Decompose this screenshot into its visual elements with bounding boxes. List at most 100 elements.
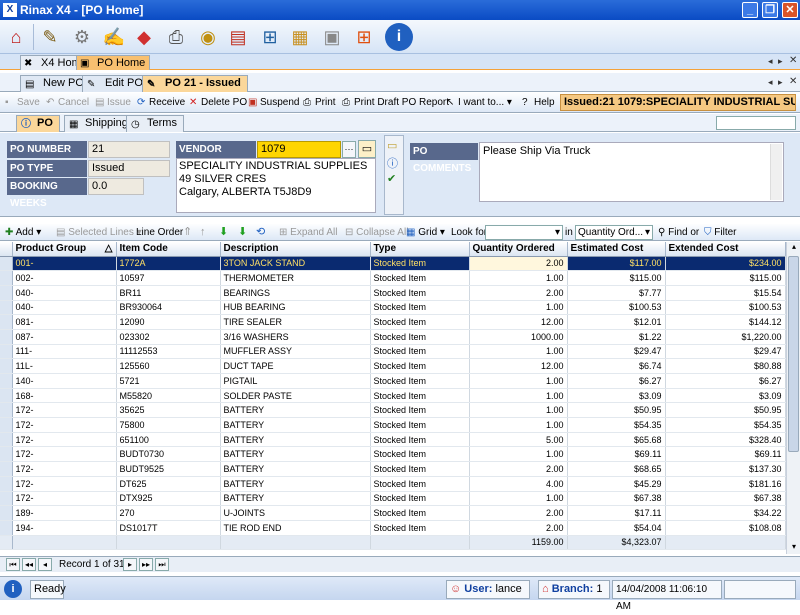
- quantity-cell[interactable]: 4.00: [469, 476, 568, 492]
- column-header[interactable]: Extended Cost: [665, 242, 786, 257]
- row-indicator[interactable]: [0, 300, 13, 316]
- table-row[interactable]: 172- BUDT0730 BATTERY Stocked Item 1.00 $69.1…: [0, 446, 786, 463]
- row-indicator[interactable]: [0, 256, 13, 272]
- tabs-right-arrow[interactable]: ▸: [778, 77, 783, 88]
- comments-scrollbar[interactable]: [770, 144, 782, 200]
- grid-vertical-scrollbar[interactable]: ▴ ▾: [786, 242, 800, 554]
- column-header[interactable]: Quantity Ordered: [469, 242, 568, 257]
- row-indicator[interactable]: [0, 270, 13, 286]
- row-indicator[interactable]: [0, 373, 13, 389]
- previous-record-button[interactable]: ◂: [38, 558, 52, 571]
- scroll-down-icon[interactable]: ▾: [788, 542, 800, 554]
- quantity-cell[interactable]: 1.00: [469, 417, 568, 433]
- coins-icon[interactable]: ◉: [194, 23, 222, 51]
- quantity-cell[interactable]: 1000.00: [469, 329, 568, 345]
- help-button[interactable]: ? Help: [522, 96, 555, 110]
- quantity-cell[interactable]: 12.00: [469, 358, 568, 374]
- scroll-thumb[interactable]: [788, 256, 799, 452]
- row-indicator[interactable]: [0, 520, 13, 536]
- row-indicator[interactable]: [0, 388, 13, 404]
- save-button[interactable]: ▪ Save: [5, 96, 40, 110]
- table-row[interactable]: 040- BR930064 HUB BEARING Stocked Item 1.00 $…: [0, 300, 786, 316]
- table-row[interactable]: 081- 12090 TIRE SEALER Stocked Item 12.00 $12…: [0, 314, 786, 330]
- quantity-cell[interactable]: 1.00: [469, 270, 568, 286]
- archive-icon[interactable]: ▣: [318, 23, 346, 51]
- quantity-cell[interactable]: 1.00: [469, 402, 568, 419]
- renumber-icon[interactable]: ⟲: [256, 226, 265, 239]
- expand-all-button[interactable]: ⊞ Expand All: [279, 226, 337, 239]
- tab-po[interactable]: ⓘ PO: [16, 115, 60, 132]
- delete-po-button[interactable]: ✕ Delete PO: [189, 96, 247, 110]
- tabs-close-icon[interactable]: ✕: [789, 55, 797, 66]
- tab-shipping[interactable]: ▦ Shipping: [64, 115, 135, 132]
- vendor-folder-icon[interactable]: ▭: [358, 140, 376, 158]
- move-down-icon[interactable]: ⬇: [219, 226, 228, 239]
- selected-lines-button[interactable]: ▤ Selected Lines ▾: [56, 226, 142, 239]
- quantity-cell[interactable]: 2.00: [469, 505, 568, 521]
- tabs-left-arrow[interactable]: ◂: [768, 77, 773, 88]
- quantity-cell[interactable]: 1.00: [469, 491, 568, 507]
- collapse-all-button[interactable]: ⊟ Collapse All: [345, 226, 408, 239]
- vendor-lookup-button[interactable]: ···: [342, 141, 356, 158]
- column-header[interactable]: Product Group △: [12, 242, 117, 257]
- cash-icon[interactable]: ▤: [224, 23, 252, 51]
- quantity-cell[interactable]: 2.00: [469, 520, 568, 536]
- move-bottom-icon[interactable]: ⬇: [238, 226, 247, 239]
- tabs-close-icon[interactable]: ✕: [789, 76, 797, 87]
- po-comments-field[interactable]: Please Ship Via Truck: [479, 142, 784, 202]
- table-row[interactable]: 087- 023302 3/16 WASHERS Stocked Item 1000.0…: [0, 329, 786, 345]
- quantity-cell[interactable]: 1.00: [469, 446, 568, 463]
- row-indicator[interactable]: [0, 461, 13, 477]
- tabs-left-arrow[interactable]: ◂: [768, 56, 773, 67]
- network-icon[interactable]: ⊞: [256, 23, 284, 51]
- info-icon[interactable]: ⓘ: [387, 155, 398, 171]
- table-row[interactable]: 172- 35625 BATTERY Stocked Item 1.00 $50.95 $5…: [0, 402, 786, 419]
- notepad-icon[interactable]: ✍: [100, 23, 128, 51]
- next-record-button[interactable]: ▸: [123, 558, 137, 571]
- quantity-cell[interactable]: 1.00: [469, 344, 568, 360]
- table-row[interactable]: 189- 270 U-JOINTS Stocked Item 2.00 $17.11 $34…: [0, 505, 786, 521]
- tab-po-21-issued[interactable]: ✎ PO 21 - Issued: [142, 75, 248, 92]
- table-row[interactable]: 168- M55820 SOLDER PASTE Stocked Item 1.00 $3…: [0, 388, 786, 404]
- close-button[interactable]: ✕: [782, 2, 798, 18]
- print-button[interactable]: ⎙ Print: [303, 96, 336, 110]
- table-row[interactable]: 111- 11112553 MUFFLER ASSY Stocked Item 1.00…: [0, 344, 786, 360]
- quantity-cell[interactable]: 5.00: [469, 432, 568, 448]
- table-row[interactable]: 172- BUDT9525 BATTERY Stocked Item 2.00 $68.6…: [0, 461, 786, 477]
- quantity-cell[interactable]: 2.00: [469, 285, 568, 301]
- grid-button[interactable]: ▦ Grid ▾: [406, 226, 445, 239]
- column-header[interactable]: Item Code: [116, 242, 221, 257]
- tabs-right-arrow[interactable]: ▸: [778, 56, 783, 67]
- quantity-cell[interactable]: 1.00: [469, 388, 568, 404]
- windows-icon[interactable]: ⊞: [350, 23, 378, 51]
- table-row[interactable]: 11L- 125560 DUCT TAPE Stocked Item 12.00 $6.7…: [0, 358, 786, 374]
- search-column-select[interactable]: Quantity Ord... ▾: [575, 225, 653, 240]
- row-indicator[interactable]: [0, 491, 13, 507]
- vendor-code-field[interactable]: 1079: [257, 141, 341, 158]
- move-top-icon[interactable]: ⇑: [183, 226, 192, 239]
- tab-terms[interactable]: ◷ Terms: [126, 115, 184, 132]
- tab-new-po[interactable]: ▤ New PO: [20, 75, 91, 92]
- column-header[interactable]: Type: [370, 242, 470, 257]
- info-icon[interactable]: i: [385, 23, 413, 51]
- column-header[interactable]: Description: [220, 242, 371, 257]
- row-indicator[interactable]: [0, 329, 13, 345]
- move-up-icon[interactable]: ↑: [200, 226, 206, 239]
- quantity-cell[interactable]: 2.00: [469, 256, 568, 272]
- tools-icon[interactable]: ⚙: [68, 23, 96, 51]
- home-icon[interactable]: ⌂: [2, 23, 30, 51]
- note-icon[interactable]: ▭: [387, 139, 397, 152]
- row-indicator[interactable]: [0, 417, 13, 433]
- table-row[interactable]: 172- DT625 BATTERY Stocked Item 4.00 $45.29 $1…: [0, 476, 786, 492]
- row-indicator[interactable]: [0, 344, 13, 360]
- row-indicator[interactable]: [0, 432, 13, 448]
- minimize-button[interactable]: _: [742, 2, 758, 18]
- last-record-button[interactable]: ⏭: [155, 558, 169, 571]
- table-row[interactable]: 172- DTX925 BATTERY Stocked Item 1.00 $67.38 $…: [0, 491, 786, 507]
- next-page-button[interactable]: ▸▸: [139, 558, 153, 571]
- table-row[interactable]: 172- 651100 BATTERY Stocked Item 5.00 $65.68 $…: [0, 432, 786, 448]
- quantity-cell[interactable]: 12.00: [469, 314, 568, 330]
- i-want-to-dropdown[interactable]: ↖ I want to... ▾: [446, 96, 512, 110]
- filter-button[interactable]: ⛉ Filter: [704, 226, 737, 239]
- row-indicator[interactable]: [0, 285, 13, 301]
